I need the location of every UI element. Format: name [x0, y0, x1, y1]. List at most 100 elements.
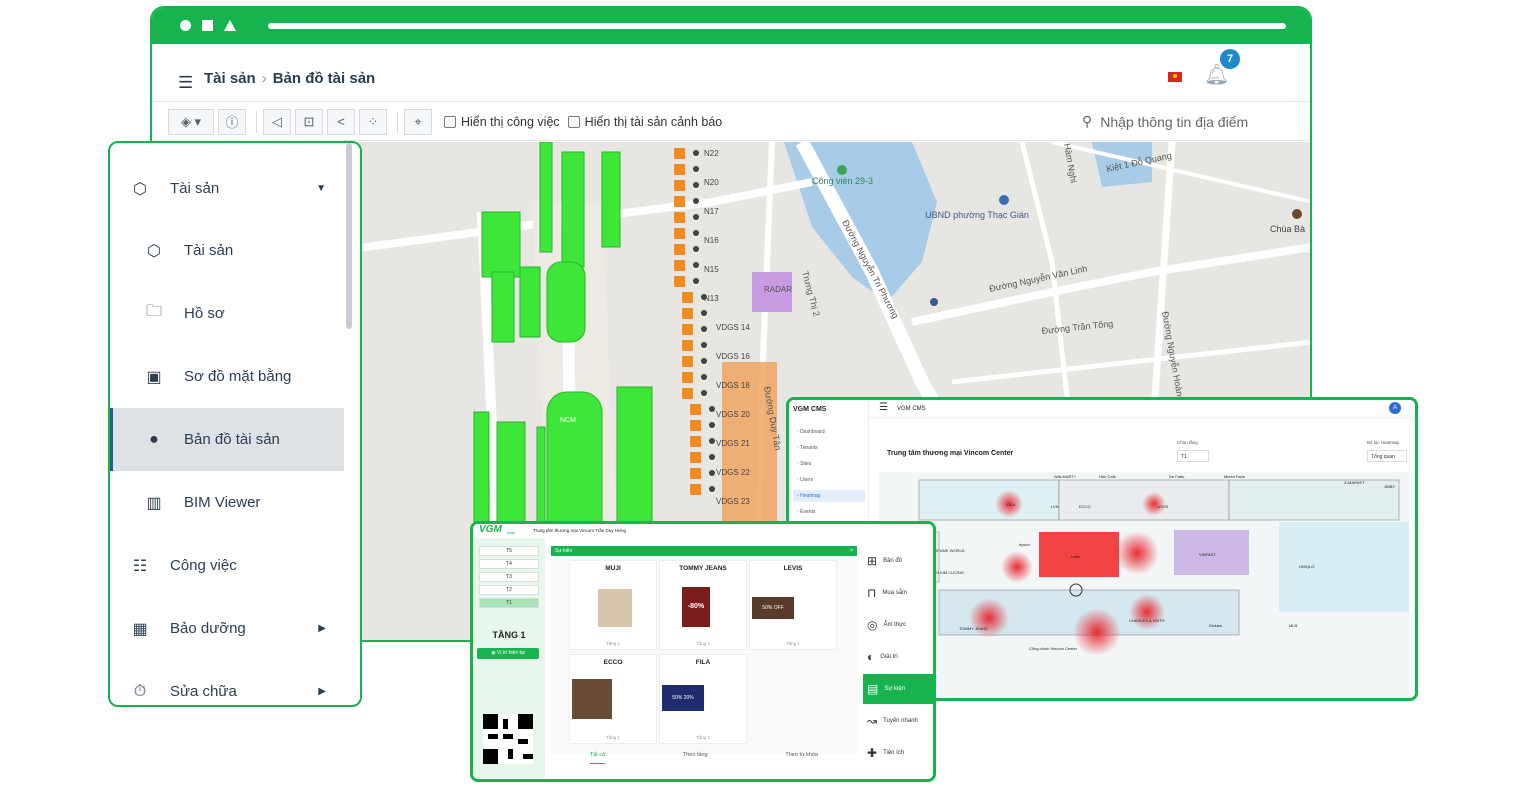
sidebar-item-floorplan[interactable]: ▣ Sơ đồ mặt bằng [110, 345, 344, 408]
pin-icon[interactable] [693, 214, 699, 220]
pin-icon[interactable] [693, 278, 699, 284]
map-pin-button[interactable]: ⌖ [404, 108, 432, 135]
menu-icon[interactable]: ☰ [178, 74, 193, 91]
asset-polygon[interactable] [519, 266, 541, 338]
pin-icon[interactable] [701, 390, 707, 396]
menu-item-quick-route[interactable]: ↝ Tuyến nhanh [863, 706, 933, 736]
asset-marker[interactable] [690, 404, 701, 415]
address-bar[interactable] [268, 23, 1286, 29]
floor-select[interactable]: T1 [1177, 450, 1209, 462]
asset-marker[interactable] [674, 148, 685, 159]
checkbox-box[interactable] [444, 115, 456, 128]
cms-nav-item[interactable]: ◦ Events [793, 506, 865, 518]
asset-marker[interactable] [690, 436, 701, 447]
store-block[interactable] [1228, 479, 1400, 521]
floor-button[interactable]: T4 [479, 559, 539, 569]
event-card[interactable]: LEVIS 50% OFF Tầng 1 [749, 560, 837, 650]
menu-item-entertainment[interactable]: ◐ Giải trí [863, 642, 933, 672]
sidebar-item-asset-map[interactable]: ● Bản đồ tài sản [110, 408, 344, 471]
info-button[interactable]: ⓘ [218, 108, 246, 135]
pin-icon[interactable] [709, 438, 715, 444]
asset-marker[interactable] [682, 340, 693, 351]
pin-icon[interactable] [693, 198, 699, 204]
pin-icon[interactable] [693, 182, 699, 188]
pin-icon[interactable] [701, 310, 707, 316]
breadcrumb-root[interactable]: Tài sản [204, 70, 256, 87]
pin-icon[interactable] [693, 150, 699, 156]
pin-icon[interactable] [693, 246, 699, 252]
tab-by-keyword[interactable]: Theo từ khóa [785, 752, 818, 764]
sidebar-item-repair[interactable]: ⏱ Sửa chữa ▶ [110, 660, 344, 705]
floor-button[interactable]: T1 [479, 598, 539, 608]
close-icon[interactable]: × [850, 548, 853, 554]
pin-icon[interactable] [709, 470, 715, 476]
show-warning-checkbox[interactable]: Hiển thị tài sản cảnh báo [567, 115, 722, 129]
asset-marker[interactable] [682, 356, 693, 367]
pagoda-pin-icon[interactable] [1292, 209, 1302, 219]
measure-button[interactable]: ◁ [263, 108, 291, 135]
tab-by-floor[interactable]: Theo tầng [683, 752, 708, 764]
park-pin-icon[interactable] [837, 165, 847, 175]
menu-item-shopping[interactable]: ⊓ Mua sắm [863, 578, 933, 608]
asset-marker[interactable] [674, 244, 685, 255]
show-work-checkbox[interactable]: Hiển thị công việc [444, 115, 560, 129]
asset-marker[interactable] [690, 420, 701, 431]
locate-button[interactable]: ◉ Vị trí hiện tại [477, 648, 539, 659]
sidebar-item-records[interactable]: 🗀 Hồ sơ [110, 282, 344, 345]
asset-polygon[interactable] [546, 261, 586, 343]
sidebar-item-asset-list[interactable]: ⬡ Tài sản [110, 219, 344, 282]
store-block[interactable] [918, 479, 1060, 521]
menu-icon[interactable]: ☰ [879, 402, 888, 413]
asset-marker[interactable] [674, 180, 685, 191]
sidebar-item-assets[interactable]: ⬡ Tài sản ▼ [110, 157, 344, 220]
asset-polygon[interactable] [539, 142, 553, 253]
event-card[interactable]: FILA 50% 20% Tầng 1 [659, 654, 747, 744]
pin-icon[interactable] [709, 454, 715, 460]
asset-marker[interactable] [682, 324, 693, 335]
asset-marker[interactable] [674, 196, 685, 207]
pin-icon[interactable] [709, 422, 715, 428]
floor-button[interactable]: T5 [479, 546, 539, 556]
heatmap-filter-select[interactable]: Tổng quan [1367, 450, 1407, 462]
pin-icon[interactable] [701, 342, 707, 348]
cms-nav-item[interactable]: ◦ Tenants [793, 442, 865, 454]
sidebar-scrollbar[interactable] [346, 143, 352, 329]
location-search[interactable]: ⚲ Nhập thông tin địa điểm [1082, 113, 1248, 130]
event-card[interactable]: ECCO Tầng 1 [569, 654, 657, 744]
checkbox-box[interactable] [567, 115, 580, 128]
asset-polygon[interactable] [481, 211, 521, 278]
avatar[interactable]: A [1389, 402, 1401, 414]
cms-nav-item[interactable]: ◦ Heatmap [793, 490, 865, 502]
asset-marker[interactable] [682, 308, 693, 319]
asset-polygon[interactable] [491, 271, 515, 343]
cms-nav-item[interactable]: ◦ Sites [793, 458, 865, 470]
cms-nav-item[interactable]: ◦ Users [793, 474, 865, 486]
search-input[interactable]: Nhập thông tin địa điểm [1100, 114, 1248, 130]
sidebar-item-work[interactable]: ☷ Công việc [110, 534, 344, 597]
menu-item-food[interactable]: ◎ Ẩm thực [863, 610, 933, 640]
bus-stop-icon[interactable] [930, 298, 938, 306]
asset-marker[interactable] [682, 292, 693, 303]
asset-marker[interactable] [682, 388, 693, 399]
asset-marker[interactable] [674, 260, 685, 271]
heatmap-floorplan[interactable]: WALMART+ Hàn Cafe De Fatto Mixed Farm X-MARK… [879, 472, 1409, 701]
asset-marker[interactable] [682, 372, 693, 383]
pin-icon[interactable] [709, 486, 715, 492]
asset-marker[interactable] [690, 452, 701, 463]
pin-icon[interactable] [693, 166, 699, 172]
menu-item-map[interactable]: ⊞ Bản đồ [863, 546, 933, 576]
asset-polygon[interactable] [601, 151, 621, 248]
floor-button[interactable]: T3 [479, 572, 539, 582]
asset-marker[interactable] [674, 276, 685, 287]
event-card[interactable]: TOMMY JEANS -80% Tầng 1 [659, 560, 747, 650]
sidebar-item-maintenance[interactable]: ▦ Bảo dưỡng ▶ [110, 597, 344, 660]
tab-all[interactable]: Tất cả [589, 752, 606, 764]
floor-button[interactable]: T2 [479, 585, 539, 595]
pin-icon[interactable] [693, 230, 699, 236]
asset-marker[interactable] [690, 468, 701, 479]
pin-icon[interactable] [701, 358, 707, 364]
pin-icon[interactable] [701, 326, 707, 332]
government-pin-icon[interactable] [999, 195, 1009, 205]
asset-marker[interactable] [674, 228, 685, 239]
layers-dropdown-button[interactable]: ◈ ▾ [168, 108, 214, 135]
